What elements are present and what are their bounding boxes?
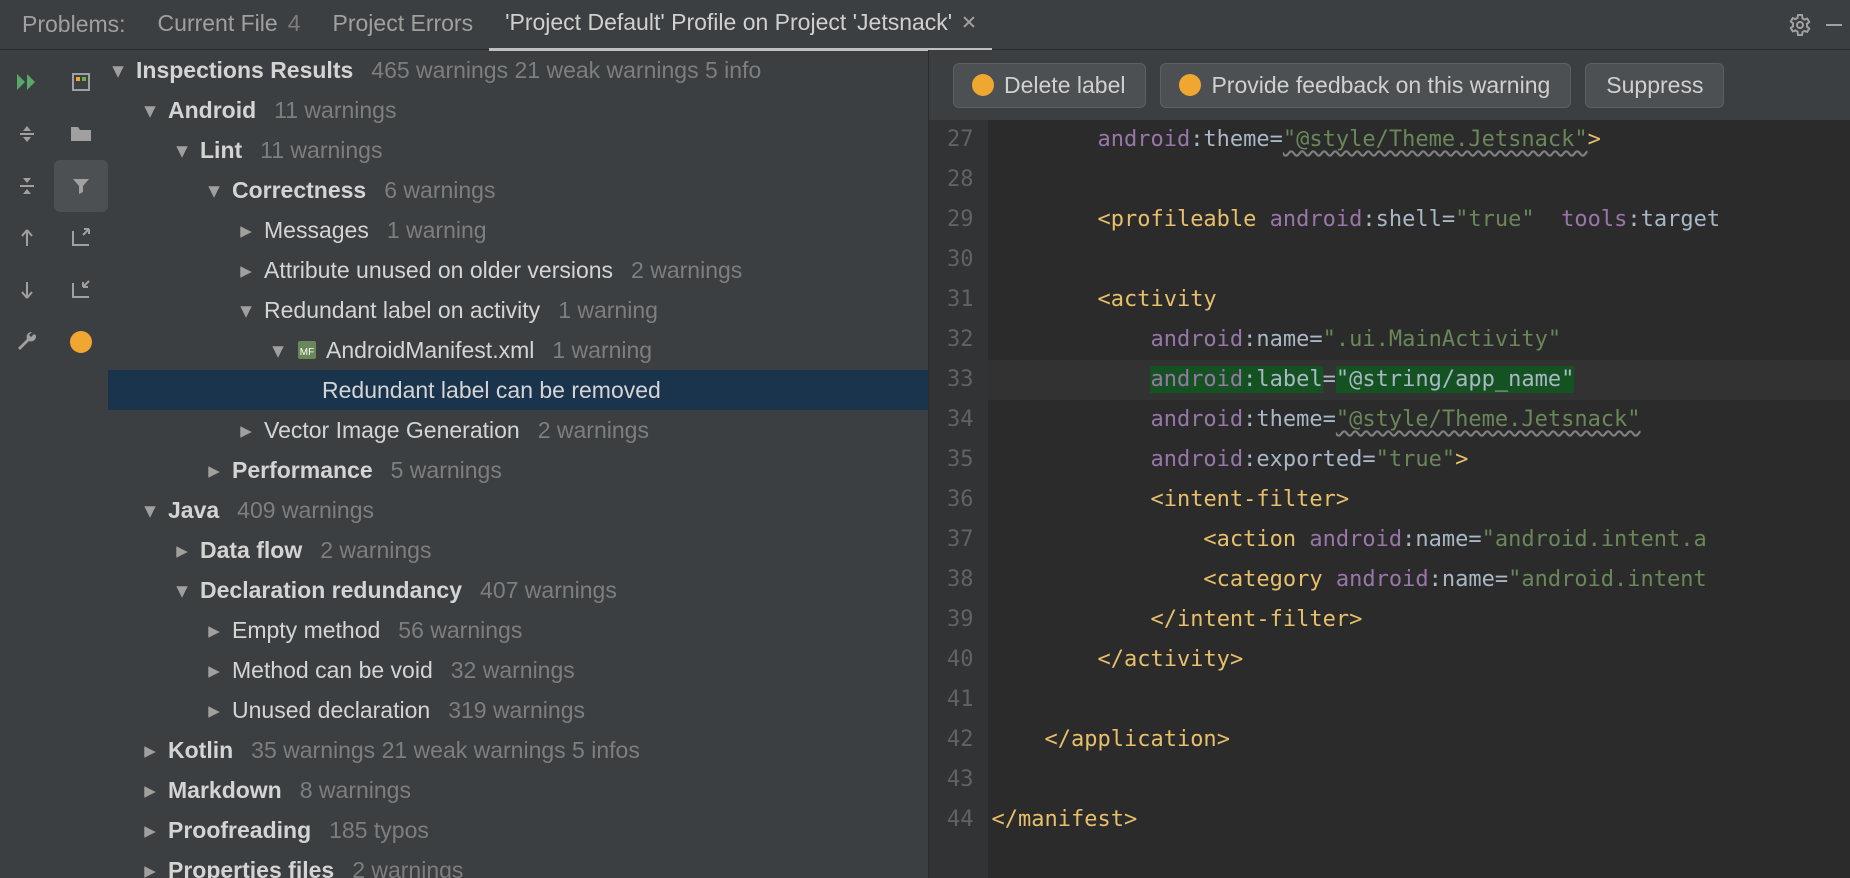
export-in-icon[interactable] (54, 212, 108, 264)
action-bar: Delete label Provide feedback on this wa… (929, 50, 1850, 120)
tree-props[interactable]: ▸ Properties files 2 warnings (108, 850, 928, 878)
feedback-button[interactable]: Provide feedback on this warning (1160, 63, 1571, 108)
tab-profile[interactable]: 'Project Default' Profile on Project 'Je… (489, 0, 992, 51)
code-area[interactable]: android:theme="@style/Theme.Jetsnack"> <… (988, 120, 1850, 878)
tree-lint[interactable]: ▾ Lint 11 warnings (108, 130, 928, 170)
tree-attr-unused[interactable]: ▸ Attribute unused on older versions 2 w… (108, 250, 928, 290)
chevron-right-icon: ▸ (236, 257, 256, 284)
tree-manifest[interactable]: ▾ MF AndroidManifest.xml 1 warning (108, 330, 928, 370)
delete-label-button[interactable]: Delete label (953, 63, 1146, 108)
chevron-down-icon: ▾ (140, 97, 160, 124)
filter-icon[interactable] (54, 160, 108, 212)
tree-correctness[interactable]: ▾ Correctness 6 warnings (108, 170, 928, 210)
tree-markdown[interactable]: ▸ Markdown 8 warnings (108, 770, 928, 810)
tree-performance[interactable]: ▸ Performance 5 warnings (108, 450, 928, 490)
close-icon[interactable] (962, 15, 976, 29)
tree-messages[interactable]: ▸ Messages 1 warning (108, 210, 928, 250)
export-out-icon[interactable] (54, 264, 108, 316)
chevron-down-icon: ▾ (172, 577, 192, 604)
chevron-down-icon: ▾ (204, 177, 224, 204)
gear-icon[interactable] (1788, 13, 1812, 37)
chevron-down-icon: ▾ (236, 297, 256, 324)
wrench-icon[interactable] (0, 316, 54, 368)
left-toolbar (0, 50, 108, 878)
chevron-right-icon: ▸ (204, 457, 224, 484)
code-editor[interactable]: 27 28 29 30 31 32 33 34 35 36 37 38 39 4… (929, 120, 1850, 878)
gutter: 27 28 29 30 31 32 33 34 35 36 37 38 39 4… (929, 120, 988, 878)
chevron-right-icon: ▸ (172, 537, 192, 564)
chevron-right-icon: ▸ (236, 417, 256, 444)
tree-kotlin[interactable]: ▸ Kotlin 35 warnings 21 weak warnings 5 … (108, 730, 928, 770)
minimize-icon[interactable] (1824, 15, 1844, 35)
chevron-down-icon: ▾ (108, 57, 128, 84)
chevron-right-icon: ▸ (140, 817, 160, 844)
chevron-right-icon: ▸ (204, 657, 224, 684)
tree-android[interactable]: ▾ Android 11 warnings (108, 90, 928, 130)
chevron-right-icon: ▸ (204, 617, 224, 644)
rerun-icon[interactable] (0, 56, 54, 108)
tree-java[interactable]: ▾ Java 409 warnings (108, 490, 928, 530)
prev-icon[interactable] (0, 212, 54, 264)
xml-file-icon: MF (296, 339, 318, 361)
chevron-down-icon: ▾ (172, 137, 192, 164)
tree-void[interactable]: ▸ Method can be void 32 warnings (108, 650, 928, 690)
tree-dataflow[interactable]: ▸ Data flow 2 warnings (108, 530, 928, 570)
suppress-button[interactable]: Suppress (1585, 63, 1724, 108)
collapse-all-icon[interactable] (0, 160, 54, 212)
svg-text:MF: MF (300, 347, 314, 358)
tree-warning-item[interactable]: Redundant label can be removed (108, 370, 928, 410)
problems-tabbar: Problems: Current File 4 Project Errors … (0, 0, 1850, 50)
bulb-icon[interactable] (54, 316, 108, 368)
chevron-right-icon: ▸ (140, 737, 160, 764)
bulb-icon (974, 76, 992, 94)
tree-redundant-label[interactable]: ▾ Redundant label on activity 1 warning (108, 290, 928, 330)
chevron-right-icon: ▸ (236, 217, 256, 244)
problems-label: Problems: (6, 11, 142, 38)
tree-unused[interactable]: ▸ Unused declaration 319 warnings (108, 690, 928, 730)
chevron-right-icon: ▸ (204, 697, 224, 724)
tree-decl-red[interactable]: ▾ Declaration redundancy 407 warnings (108, 570, 928, 610)
next-icon[interactable] (0, 264, 54, 316)
tree-vector[interactable]: ▸ Vector Image Generation 2 warnings (108, 410, 928, 450)
tree-root[interactable]: ▾ Inspections Results 465 warnings 21 we… (108, 50, 928, 90)
tree-proof[interactable]: ▸ Proofreading 185 typos (108, 810, 928, 850)
expand-all-icon[interactable] (0, 108, 54, 160)
folder-icon[interactable] (54, 108, 108, 160)
chevron-down-icon: ▾ (268, 337, 288, 364)
tab-project-errors[interactable]: Project Errors (317, 0, 490, 49)
chevron-right-icon: ▸ (140, 777, 160, 804)
group-icon[interactable] (54, 56, 108, 108)
chevron-right-icon: ▸ (140, 857, 160, 878)
inspections-tree: ▾ Inspections Results 465 warnings 21 we… (108, 50, 928, 878)
chevron-down-icon: ▾ (140, 497, 160, 524)
bulb-icon (1181, 76, 1199, 94)
tree-empty[interactable]: ▸ Empty method 56 warnings (108, 610, 928, 650)
preview-pane: Delete label Provide feedback on this wa… (928, 50, 1850, 878)
tab-current-file[interactable]: Current File 4 (142, 0, 317, 49)
